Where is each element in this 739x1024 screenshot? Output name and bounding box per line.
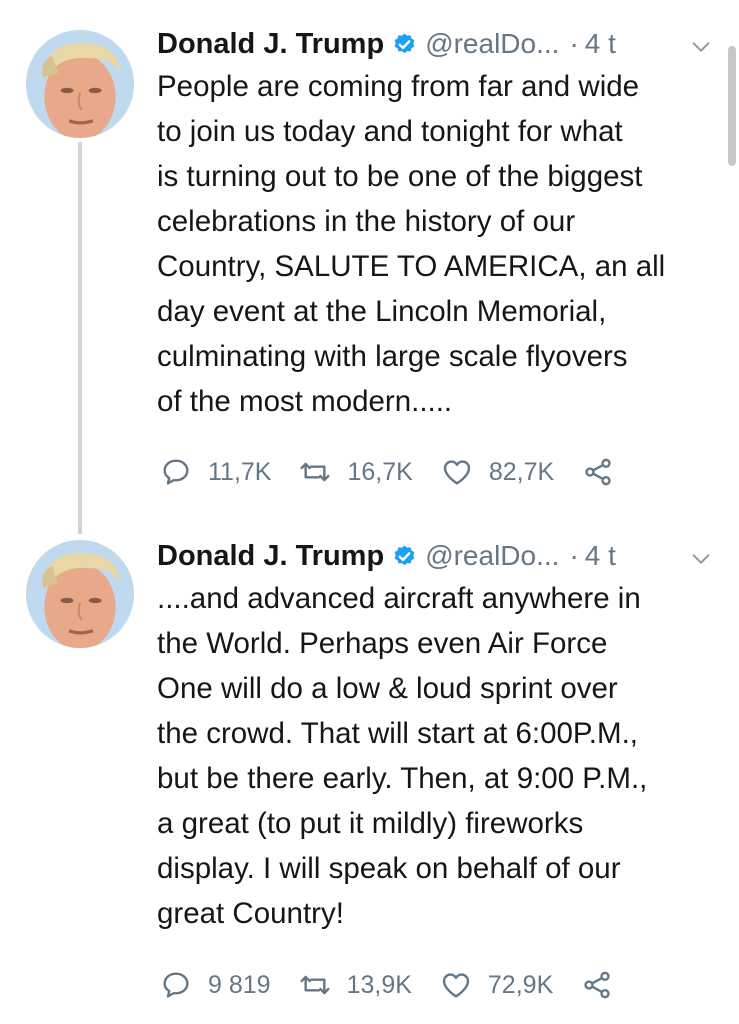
retweet-icon [299, 969, 331, 1001]
share-button[interactable] [581, 969, 613, 1001]
tweet-text-line: culminating with large scale flyovers [157, 340, 628, 373]
author-handle[interactable]: @realDo... [425, 540, 559, 572]
tweet-text-line: but be there early. Then, at 9:00 P.M., [157, 762, 648, 795]
share-button[interactable] [582, 456, 614, 488]
retweet-count: 16,7K [347, 457, 413, 486]
tweet-time[interactable]: 4 t [585, 28, 616, 60]
avatar[interactable] [26, 540, 134, 648]
reply-count: 9 819 [208, 970, 271, 999]
tweet-text-line: great Country! [157, 897, 344, 930]
author-name[interactable]: Donald J. Trump [157, 540, 384, 573]
tweet-time[interactable]: 4 t [585, 540, 616, 572]
tweet-text-line: display. I will speak on behalf of our [157, 852, 621, 885]
tweet-text-line: to join us today and tonight for what [157, 115, 623, 148]
tweet-actions: 11,7K 16,7K 82,7K [160, 452, 642, 492]
tweet[interactable]: Donald J. Trump @realDo... · 4 t People … [0, 0, 739, 520]
verified-badge-icon [392, 544, 417, 569]
tweet-text-line: ....and advanced aircraft anywhere in [157, 582, 641, 615]
tweet-actions: 9 819 13,9K 72,9K [160, 965, 641, 1005]
author-handle[interactable]: @realDo... [425, 28, 559, 60]
scrollbar-thumb[interactable] [728, 46, 736, 166]
tweet-text-line: People are coming from far and wide [157, 70, 640, 103]
tweet-text-line: a great (to put it mildly) fireworks [157, 807, 584, 840]
tweet-header: Donald J. Trump @realDo... · 4 t [157, 536, 616, 576]
retweet-button[interactable]: 16,7K [299, 456, 413, 488]
separator-dot: · [569, 28, 579, 59]
tweet-header: Donald J. Trump @realDo... · 4 t [157, 24, 616, 64]
retweet-icon [299, 456, 331, 488]
share-icon [582, 456, 614, 488]
tweet-text: ....and advanced aircraft anywhere in th… [157, 576, 722, 936]
reply-bubble-icon [160, 456, 192, 488]
reply-count: 11,7K [208, 457, 272, 486]
tweet-text: People are coming from far and wide to j… [157, 64, 722, 424]
like-count: 72,9K [487, 970, 554, 999]
heart-icon [440, 969, 472, 1001]
reply-button[interactable]: 9 819 [160, 969, 271, 1001]
tweet-text-line: Country, SALUTE TO AMERICA, an all [157, 250, 666, 283]
verified-badge-icon [392, 32, 417, 57]
reply-bubble-icon [160, 969, 192, 1001]
tweet-text-line: the World. Perhaps even Air Force [157, 627, 608, 660]
tweet-text-line: celebrations in the history of our [157, 205, 576, 238]
chevron-down-icon[interactable] [690, 548, 712, 570]
tweet-text-line: is turning out to be one of the biggest [157, 160, 643, 193]
tweet-text-line: the crowd. That will start at 6:00P.M., [157, 717, 638, 750]
retweet-count: 13,9K [346, 970, 412, 999]
tweet-text-line: day event at the Lincoln Memorial, [157, 295, 607, 328]
tweet-text-line: One will do a low & loud sprint over [157, 672, 618, 705]
avatar[interactable] [26, 30, 134, 138]
share-icon [581, 969, 613, 1001]
author-name[interactable]: Donald J. Trump [157, 28, 384, 61]
like-button[interactable]: 82,7K [441, 456, 554, 488]
reply-button[interactable]: 11,7K [160, 456, 271, 488]
tweet[interactable]: Donald J. Trump @realDo... · 4 t ....and… [0, 520, 739, 1024]
like-count: 82,7K [488, 457, 555, 486]
separator-dot: · [569, 540, 579, 571]
like-button[interactable]: 72,9K [440, 969, 553, 1001]
retweet-button[interactable]: 13,9K [299, 969, 412, 1001]
chevron-down-icon[interactable] [690, 36, 712, 58]
heart-icon [441, 456, 473, 488]
tweet-text-line: of the most modern..... [157, 385, 453, 418]
